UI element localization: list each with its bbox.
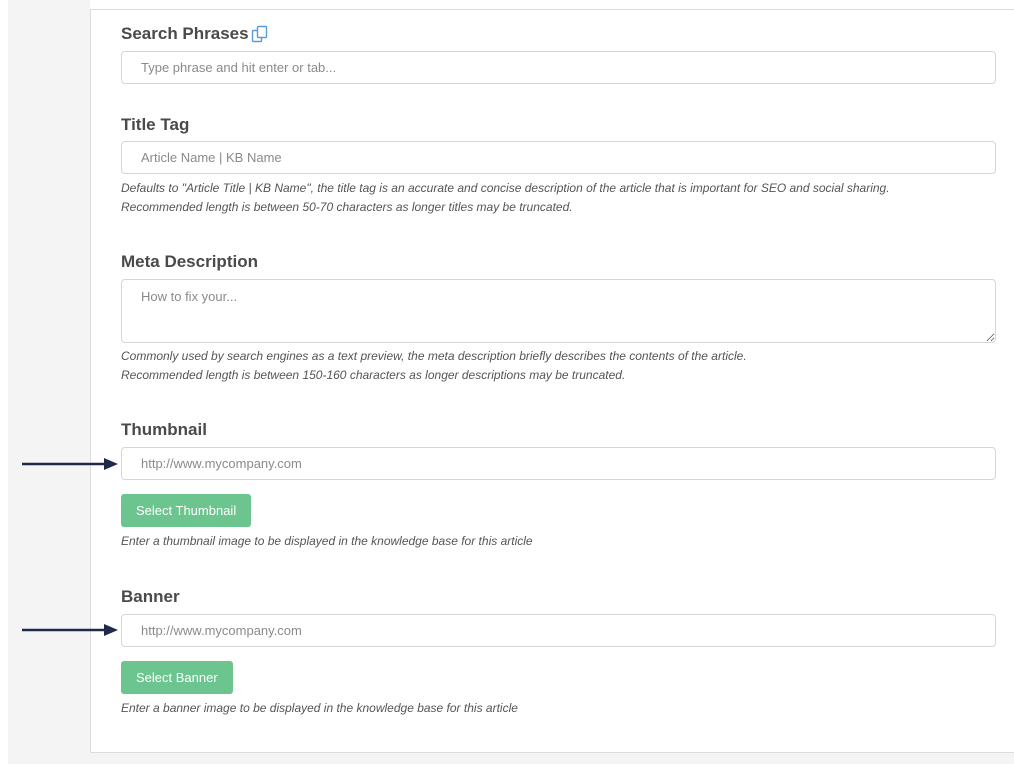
thumbnail-label: Thumbnail: [121, 420, 207, 439]
banner-url-input[interactable]: [121, 614, 996, 647]
title-tag-help-line-2: Recommended length is between 50-70 char…: [121, 200, 573, 214]
select-banner-button[interactable]: Select Banner: [121, 661, 233, 694]
search-phrases-label: Search Phrases: [121, 24, 249, 43]
title-tag-label: Title Tag: [121, 115, 190, 134]
select-thumbnail-button[interactable]: Select Thumbnail: [121, 494, 252, 527]
meta-description-textarea[interactable]: [121, 279, 996, 343]
title-tag-input[interactable]: [121, 141, 996, 174]
title-tag-help: Defaults to "Article Title | KB Name", t…: [121, 179, 1001, 217]
meta-description-help-line-1: Commonly used by search engines as a tex…: [121, 349, 747, 363]
page-background-bottom: [8, 753, 1014, 764]
banner-label: Banner: [121, 587, 180, 606]
banner-arrow-icon: [22, 624, 118, 636]
page-background-gutter: [8, 0, 90, 764]
meta-description-help-line-2: Recommended length is between 150-160 ch…: [121, 368, 626, 382]
copy-icon[interactable]: [251, 25, 269, 43]
banner-help: Enter a banner image to be displayed in …: [121, 701, 518, 715]
meta-description-help: Commonly used by search engines as a tex…: [121, 347, 1001, 385]
thumbnail-arrow-icon: [22, 458, 118, 470]
search-phrases-input[interactable]: [121, 51, 996, 84]
title-tag-help-line-1: Defaults to "Article Title | KB Name", t…: [121, 181, 890, 195]
meta-description-label: Meta Description: [121, 252, 258, 271]
thumbnail-url-input[interactable]: [121, 447, 996, 480]
thumbnail-help: Enter a thumbnail image to be displayed …: [121, 534, 533, 548]
